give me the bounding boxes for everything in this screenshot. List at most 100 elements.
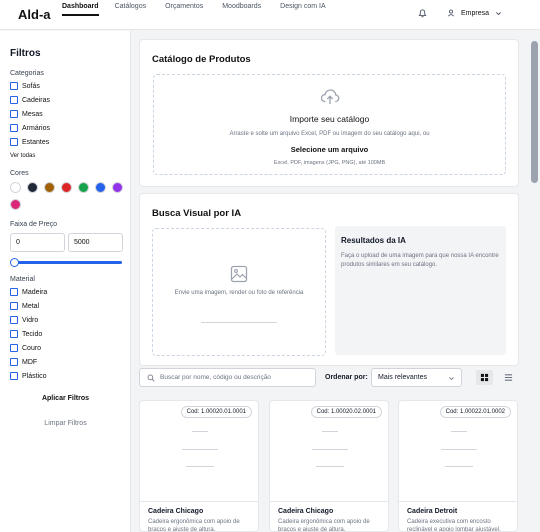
- color-swatch[interactable]: [10, 182, 21, 193]
- sort-select[interactable]: Mais relevantes: [371, 368, 462, 387]
- image-placeholder-line: [192, 431, 208, 432]
- filters-sidebar: Filtros Categorias Sofás Cadeiras Mesas …: [0, 31, 131, 532]
- nav-design-ia[interactable]: Design com IA: [280, 2, 335, 16]
- chevron-down-icon: [496, 11, 501, 15]
- material-label: Material: [10, 276, 35, 283]
- ai-results-description: Faça o upload de uma imagem para que nos…: [341, 253, 499, 268]
- material-option-label: Tecido: [22, 330, 43, 338]
- material-option-label: Metal: [22, 302, 40, 310]
- catalog-dropzone[interactable]: Importe seu catálogo Arraste e solte um …: [153, 74, 506, 175]
- color-swatch[interactable]: [61, 182, 72, 193]
- material-mdf[interactable]: MDF: [10, 358, 37, 366]
- sort-value: Mais relevantes: [378, 374, 428, 381]
- checkbox[interactable]: [10, 110, 18, 118]
- material-metal[interactable]: Metal: [10, 302, 39, 310]
- user-menu-button[interactable]: Empresa: [447, 9, 502, 17]
- material-couro[interactable]: Couro: [10, 344, 41, 352]
- checkbox[interactable]: [10, 124, 18, 132]
- divider: [140, 501, 258, 502]
- file-formats-text: Excel, PDF, imagens (JPG, PNG), até 100M…: [273, 160, 386, 166]
- category-label: Armários: [22, 124, 51, 132]
- bell-icon[interactable]: [418, 9, 427, 18]
- sort-label: Ordenar por:: [325, 374, 368, 381]
- image-placeholder-line: [322, 431, 338, 432]
- category-cadeiras[interactable]: Cadeiras: [10, 96, 50, 104]
- import-title: Importe seu catálogo: [289, 114, 370, 124]
- material-plastico[interactable]: Plástico: [10, 372, 47, 380]
- divider: [399, 501, 517, 502]
- user-name: Empresa: [461, 9, 490, 17]
- checkbox[interactable]: [10, 288, 18, 296]
- price-slider-handle[interactable]: [10, 258, 19, 267]
- image-icon: [230, 265, 248, 283]
- checkbox[interactable]: [10, 138, 18, 146]
- material-madeira[interactable]: Madeira: [10, 288, 47, 296]
- price-label: Faixa de Preço: [10, 221, 58, 228]
- select-file-button[interactable]: Selecione um arquivo: [154, 145, 505, 154]
- nav-dashboard[interactable]: Dashboard: [62, 2, 99, 16]
- grid-view-button[interactable]: [476, 370, 493, 385]
- product-name: Cadeira Detroit: [407, 508, 458, 515]
- checkbox[interactable]: [10, 316, 18, 324]
- nav-catalogos[interactable]: Catálogos: [115, 2, 156, 16]
- color-swatch[interactable]: [95, 182, 106, 193]
- ai-results-panel: Resultados da IA Faça o upload de uma im…: [335, 226, 506, 355]
- price-max-input[interactable]: 5000: [68, 233, 123, 252]
- image-placeholder-line: [312, 449, 348, 450]
- see-all-categories-link[interactable]: Ver todas: [10, 153, 35, 159]
- visual-search-title: Busca Visual por IA: [152, 208, 242, 219]
- material-option-label: Plástico: [22, 372, 47, 380]
- checkbox[interactable]: [10, 358, 18, 366]
- image-placeholder-line: [316, 466, 344, 467]
- product-search-input[interactable]: Buscar por nome, código ou descrição: [139, 368, 316, 387]
- product-card[interactable]: Cod: 1.00022.01.0002 Cadeira Detroit Cad…: [398, 400, 518, 532]
- category-estantes[interactable]: Estantes: [10, 138, 49, 146]
- nav-moodboards[interactable]: Moodboards: [222, 2, 270, 16]
- brand-logo[interactable]: Ald-a: [18, 7, 51, 22]
- color-swatch[interactable]: [78, 182, 89, 193]
- category-sofas[interactable]: Sofás: [10, 82, 40, 90]
- checkbox[interactable]: [10, 372, 18, 380]
- product-code-badge: Cod: 1.00022.01.0002: [439, 406, 511, 418]
- checkbox[interactable]: [10, 96, 18, 104]
- image-placeholder-line: [186, 466, 214, 467]
- product-card[interactable]: Cod: 1.00020.01.0001 Cadeira Chicago Cad…: [139, 400, 259, 532]
- price-slider-track[interactable]: [12, 261, 122, 264]
- nav-orcamentos[interactable]: Orçamentos: [165, 2, 212, 16]
- checkbox[interactable]: [10, 330, 18, 338]
- category-mesas[interactable]: Mesas: [10, 110, 43, 118]
- scrollbar-thumb[interactable]: [531, 41, 538, 183]
- checkbox[interactable]: [10, 82, 18, 90]
- colors-label: Cores: [10, 170, 29, 177]
- clear-filters-button[interactable]: Limpar Filtros: [0, 420, 131, 427]
- color-swatch[interactable]: [27, 182, 38, 193]
- image-placeholder-line: [441, 449, 477, 450]
- product-code-badge: Cod: 1.00020.01.0001: [180, 406, 252, 418]
- ai-results-title: Resultados da IA: [341, 236, 406, 245]
- color-swatches: [10, 182, 130, 210]
- search-icon: [147, 374, 155, 382]
- image-dropzone[interactable]: Envie uma imagem, render ou foto de refe…: [152, 228, 326, 356]
- color-swatch[interactable]: [10, 199, 21, 210]
- price-min-input[interactable]: 0: [10, 233, 65, 252]
- product-name: Cadeira Chicago: [278, 508, 334, 515]
- user-icon: [447, 9, 455, 17]
- search-placeholder: Buscar por nome, código ou descrição: [160, 374, 271, 381]
- top-navbar: Ald-a Dashboard Catálogos Orçamentos Moo…: [0, 0, 540, 30]
- apply-filters-button[interactable]: Aplicar Filtros: [0, 395, 131, 402]
- list-icon: [504, 374, 513, 381]
- divider: [270, 501, 388, 502]
- color-swatch[interactable]: [44, 182, 55, 193]
- product-name: Cadeira Chicago: [148, 508, 204, 515]
- checkbox[interactable]: [10, 344, 18, 352]
- list-view-button[interactable]: [500, 370, 517, 385]
- color-swatch[interactable]: [112, 182, 123, 193]
- category-armarios[interactable]: Armários: [10, 124, 50, 132]
- material-vidro[interactable]: Vidro: [10, 316, 38, 324]
- product-description: Cadeira ergonômica com apoio de braços e…: [148, 519, 240, 532]
- material-tecido[interactable]: Tecido: [10, 330, 42, 338]
- checkbox[interactable]: [10, 302, 18, 310]
- category-label: Cadeiras: [22, 96, 51, 104]
- product-card[interactable]: Cod: 1.00020.02.0001 Cadeira Chicago Cad…: [269, 400, 389, 532]
- category-label: Mesas: [22, 110, 43, 118]
